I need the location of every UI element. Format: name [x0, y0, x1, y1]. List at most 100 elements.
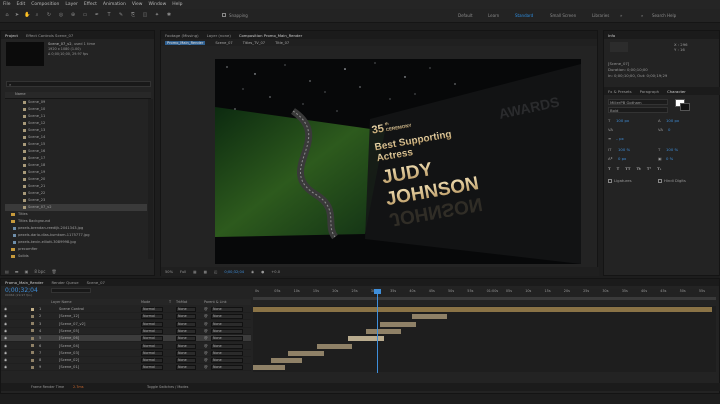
playhead-handle[interactable] [374, 289, 381, 294]
playhead[interactable] [377, 289, 378, 373]
eraser-tool-icon[interactable]: ◫ [142, 12, 148, 19]
tab-render-queue[interactable]: Render Queue [51, 280, 78, 285]
tab-effects-presets[interactable]: Fx & Presets [608, 89, 632, 94]
camera-tool-icon[interactable]: ◎ [58, 12, 64, 19]
snapping-checkbox[interactable] [222, 13, 226, 17]
layer-trkmat-select[interactable]: None [176, 343, 196, 349]
project-item[interactable]: Scene_23 [5, 197, 147, 204]
menu-view[interactable]: View [132, 2, 143, 7]
project-item[interactable]: precomfier [5, 246, 147, 253]
project-item[interactable]: Scene_19 [5, 169, 147, 176]
layer-parent-select[interactable]: None [211, 314, 243, 320]
search-icon[interactable]: ⌕ [641, 13, 643, 18]
layer-duration-bar[interactable] [288, 350, 324, 356]
interpret-footage-icon[interactable]: ▤ [5, 269, 9, 274]
new-comp-icon[interactable]: ▣ [25, 269, 29, 274]
brush-tool-icon[interactable]: ✎ [118, 12, 124, 19]
tracking-value[interactable]: 0 [668, 127, 670, 132]
parent-pickwhip-icon[interactable]: @ [204, 307, 208, 311]
layer-name[interactable]: [Scene_12] [59, 314, 79, 318]
visibility-eye-icon[interactable]: ◉ [4, 358, 7, 362]
breadcrumb-promo-main[interactable]: Promo_Main_Render [165, 40, 206, 45]
tsume-value[interactable]: 0 % [666, 156, 673, 161]
horizontal-scale-value[interactable]: 100 % [666, 147, 678, 152]
timeline-layer-row[interactable]: ◉ 7 [Scene_03] Normal None @ None [1, 350, 251, 357]
project-item[interactable]: Titles Background [5, 218, 147, 225]
layer-duration-bar[interactable] [253, 365, 285, 371]
menu-edit[interactable]: Edit [17, 2, 26, 7]
workspace-standard[interactable]: Standard [515, 13, 533, 18]
layer-name[interactable]: [Scene_04] [59, 344, 79, 348]
project-column-name[interactable]: Name [5, 92, 151, 99]
leading-value[interactable]: 100 px [666, 118, 679, 123]
label-color-chip[interactable] [31, 329, 34, 333]
layer-trkmat-select[interactable]: None [176, 358, 196, 364]
transparency-grid-icon[interactable]: ▩ [204, 270, 207, 274]
tab-project[interactable]: Project [5, 33, 18, 38]
mask-icon[interactable]: ◰ [214, 270, 217, 274]
label-color-chip[interactable] [31, 307, 34, 311]
workspace-default[interactable]: Default [458, 13, 473, 18]
puppet-tool-icon[interactable]: ✱ [166, 12, 172, 19]
hand-tool-icon[interactable]: ✋ [24, 12, 30, 19]
col-t[interactable]: T [169, 300, 171, 304]
visibility-eye-icon[interactable]: ◉ [4, 336, 7, 340]
workspace-small-screen[interactable]: Small Screen [550, 13, 576, 18]
rotate-tool-icon[interactable]: ↻ [46, 12, 52, 19]
superscript-button[interactable]: T¹ [647, 166, 651, 171]
bit-depth-label[interactable]: 8 bpc [34, 269, 45, 274]
time-ruler[interactable]: 0s 05s 10s 15s 20s 25s 30s 35s 40s 45s 50s 55s 01:00… [253, 289, 716, 297]
layer-name[interactable]: [Scene_07_v2] [59, 322, 85, 326]
project-item[interactable]: Scene_09 [5, 99, 147, 106]
label-color-chip[interactable] [31, 322, 34, 326]
layer-mode-select[interactable]: Normal [141, 358, 163, 364]
font-style-select[interactable]: Bold [608, 107, 668, 113]
ligatures-checkbox[interactable] [608, 178, 612, 183]
clone-tool-icon[interactable]: ⎘ [130, 12, 136, 19]
faux-italic-button[interactable]: T [617, 166, 620, 171]
tab-info[interactable]: Info [608, 33, 615, 38]
work-area-bar[interactable] [253, 297, 716, 300]
visibility-eye-icon[interactable]: ◉ [4, 344, 7, 348]
menu-composition[interactable]: Composition [31, 2, 59, 7]
layer-name[interactable]: [Scene_03] [59, 351, 79, 355]
layer-duration-bar[interactable] [380, 321, 416, 327]
layer-parent-select[interactable]: None [211, 358, 243, 364]
search-help-input[interactable]: Search Help [652, 13, 676, 18]
tab-effect-controls[interactable]: Effect Controls Scene_07 [26, 33, 73, 38]
project-item[interactable]: Scene_10 [5, 106, 147, 113]
menu-window[interactable]: Window [149, 2, 167, 7]
col-mode[interactable]: Mode [141, 300, 150, 304]
stroke-color-swatch[interactable] [680, 103, 690, 111]
zoom-select[interactable]: 50% [165, 270, 173, 274]
all-caps-button[interactable]: TT [625, 166, 630, 171]
stroke-width-value[interactable]: – px [616, 136, 624, 141]
parent-pickwhip-icon[interactable]: @ [204, 365, 208, 369]
menu-effect[interactable]: Effect [84, 2, 97, 7]
menu-layer[interactable]: Layer [65, 2, 78, 7]
timecode-display[interactable]: 0;00;32;04 [224, 270, 244, 274]
layer-parent-select[interactable]: None [211, 365, 243, 371]
layer-duration-bar[interactable] [316, 343, 352, 349]
project-item[interactable]: Scene_12 [5, 120, 147, 127]
label-color-chip[interactable] [31, 358, 34, 362]
label-color-chip[interactable] [31, 365, 34, 369]
project-item[interactable]: Scene_17 [5, 155, 147, 162]
layer-mode-select[interactable]: Normal [141, 307, 163, 312]
label-color-chip[interactable] [31, 344, 34, 347]
breadcrumb-title-07[interactable]: Title_07 [275, 41, 289, 45]
selection-tool-icon[interactable]: ➤ [14, 12, 20, 19]
toggle-switches-modes[interactable]: Toggle Switches / Modes [147, 385, 188, 389]
timeline-layer-row[interactable]: ◉ 9 [Scene_01] Normal None @ None [1, 364, 251, 372]
col-layer-name[interactable]: Layer Name [51, 300, 72, 304]
project-item[interactable]: Scene_07_v2 [5, 204, 147, 211]
resolution-select[interactable]: Full [180, 270, 186, 274]
snapshot-icon[interactable]: ◉ [251, 270, 254, 274]
layer-mode-select[interactable]: Normal [141, 365, 163, 371]
faux-bold-button[interactable]: T [608, 166, 611, 171]
rectangle-tool-icon[interactable]: ▭ [82, 12, 88, 19]
parent-pickwhip-icon[interactable]: @ [204, 358, 208, 362]
project-item[interactable]: Solids [5, 253, 147, 260]
label-color-chip[interactable] [31, 351, 34, 355]
delete-icon[interactable]: 🗑 [51, 269, 56, 274]
